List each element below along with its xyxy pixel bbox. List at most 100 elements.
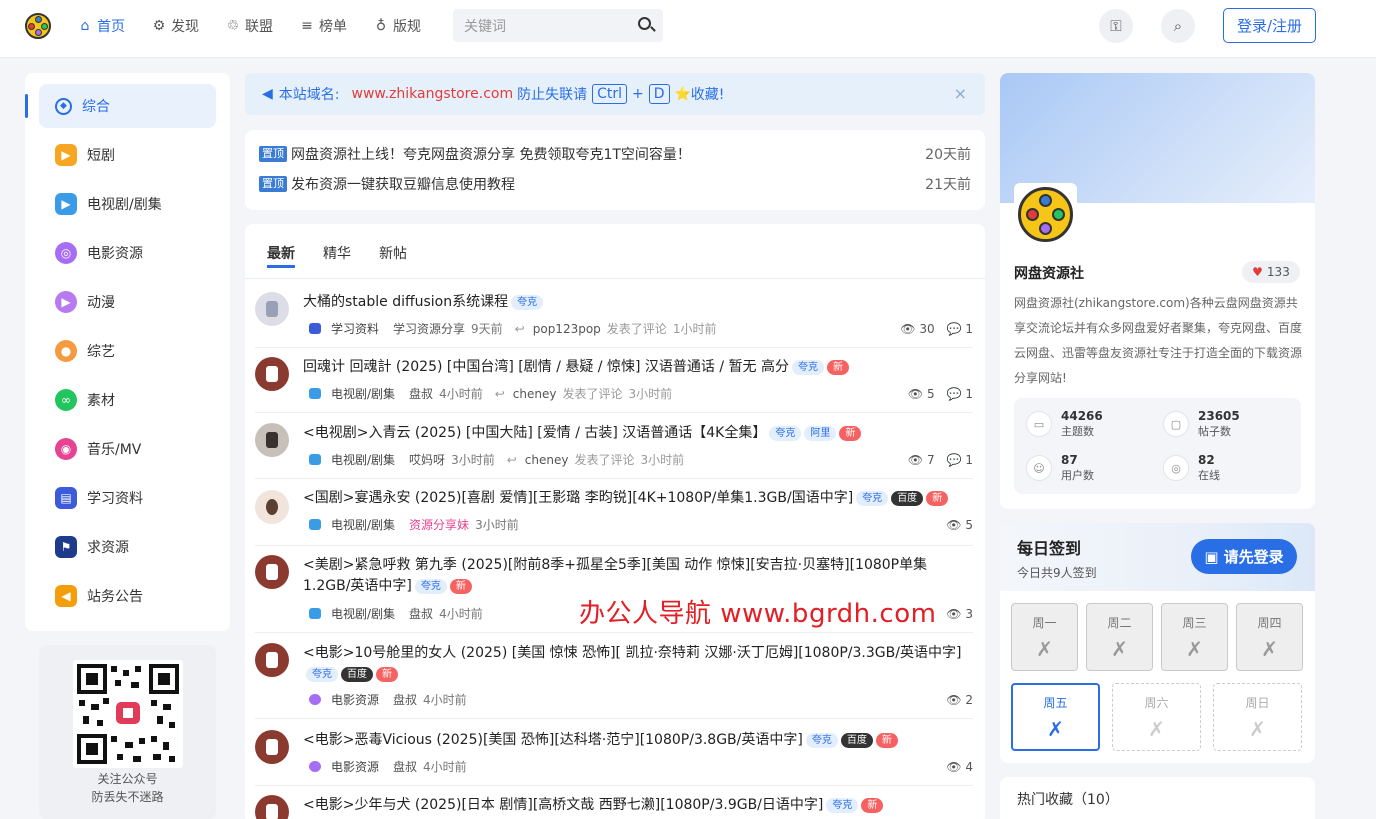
nav-rules[interactable]: ♁ 版规 — [373, 16, 421, 36]
tag-baidu: 百度 — [891, 491, 924, 506]
key-button[interactable]: ⚿ — [1099, 9, 1133, 43]
sidebar-item-music[interactable]: ◉ 音乐/MV — [39, 427, 216, 471]
tag-baidu: 百度 — [341, 667, 373, 682]
megaphone-icon: ◀ — [55, 585, 77, 607]
tag-quark: 夸克 — [805, 733, 838, 748]
post-author[interactable]: 盘叔 — [409, 605, 433, 622]
megaphone-icon: ◀ — [262, 86, 273, 102]
avatar[interactable] — [255, 357, 289, 391]
avatar[interactable] — [255, 490, 289, 524]
avatar[interactable] — [255, 643, 289, 677]
tab-featured[interactable]: 精华 — [323, 243, 351, 268]
post-category[interactable]: 电影资源 — [331, 758, 379, 775]
comments-count: 💬 1 — [946, 452, 973, 467]
post-replier[interactable]: pop123pop — [533, 322, 601, 336]
comments-count: 💬 1 — [946, 386, 973, 401]
list-item[interactable]: <国剧>宴遇永安 (2025)[喜剧 爱情][王影璐 李昀锐][4K+1080P… — [255, 488, 973, 546]
post-title[interactable]: <电视剧>入青云 (2025) [中国大陆] [爱情 / 古装] 汉语普通话【4… — [303, 425, 766, 441]
pinned-title[interactable]: 发布资源一键获取豆瓣信息使用教程 — [291, 174, 515, 194]
domain-notice-bar: ◀ 本站域名: www.zhikangstore.com 防止失联请 Ctrl … — [245, 73, 985, 115]
post-author[interactable]: 盘叔 — [393, 691, 417, 708]
home-icon: ⌂ — [80, 18, 90, 34]
list-item[interactable]: <电视剧>入青云 (2025) [中国大陆] [爱情 / 古装] 汉语普通话【4… — [255, 423, 973, 479]
sidebar-item-general[interactable]: ◆ 综合 — [25, 84, 216, 128]
checkin-login-button[interactable]: ▣ 请先登录 — [1191, 539, 1297, 574]
login-register-button[interactable]: 登录/注册 — [1223, 8, 1316, 43]
main-nav: ⌂ 首页 ⚙ 发现 ♲ 联盟 ≡ 榜单 ♁ 版规 — [77, 0, 421, 52]
nav-ranking[interactable]: ≡ 榜单 — [299, 16, 347, 36]
post-author[interactable]: 盘叔 — [393, 758, 417, 775]
search-icon[interactable] — [638, 17, 651, 30]
post-title[interactable]: 大桶的stable diffusion系统课程 — [303, 294, 508, 310]
pinned-badge: 置顶 — [259, 176, 287, 192]
nav-home[interactable]: ⌂ 首页 — [77, 16, 125, 36]
post-replier[interactable]: cheney — [525, 453, 569, 467]
pinned-title[interactable]: 网盘资源社上线！夸克网盘资源分享 免费领取夸克1T空间容量！ — [291, 144, 691, 164]
list-item[interactable]: <电影>10号舱里的女人 (2025) [美国 惊悚 恐怖][ 凯拉·奈特莉 汉… — [255, 643, 973, 719]
qr-caption-line1: 关注公众号 — [97, 772, 158, 786]
like-button[interactable]: ♥ 133 — [1242, 261, 1300, 283]
list-item[interactable]: <电影>少年与犬 (2025)[日本 剧情][高桥文哉 西野七濑][1080P/… — [255, 795, 973, 819]
post-category[interactable]: 电视剧/剧集 — [331, 385, 395, 402]
nav-alliance[interactable]: ♲ 联盟 — [225, 16, 273, 36]
avatar[interactable] — [255, 555, 289, 589]
hot-favorites-title: 热门收藏（10） — [1017, 792, 1119, 808]
notice-domain-link[interactable]: www.zhikangstore.com — [352, 86, 514, 102]
tag-quark: 夸克 — [791, 360, 824, 375]
post-title[interactable]: <电影>少年与犬 (2025)[日本 剧情][高桥文哉 西野七濑][1080P/… — [303, 797, 823, 813]
checkin-day-fri[interactable]: 周五 ✗ — [1011, 683, 1100, 751]
post-title[interactable]: <美剧>紧急呼救 第九季 (2025)[附前8季+孤星全5季][美国 动作 惊悚… — [303, 557, 927, 594]
sidebar-item-request[interactable]: ⚑ 求资源 — [39, 525, 216, 569]
sidebar-item-material[interactable]: ∞ 素材 — [39, 378, 216, 422]
search-input[interactable]: 关键词 — [453, 9, 663, 42]
tab-latest[interactable]: 最新 — [267, 243, 295, 268]
post-category[interactable]: 电视剧/剧集 — [331, 605, 395, 622]
users-icon: ☺ — [1026, 455, 1052, 481]
post-category[interactable]: 学习资料 — [331, 320, 379, 337]
sidebar-item-movies[interactable]: ◎ 电影资源 — [39, 231, 216, 275]
sidebar-item-short-drama[interactable]: ▶ 短剧 — [39, 133, 216, 177]
post-author[interactable]: 学习资源分享 — [393, 320, 465, 337]
nav-discover[interactable]: ⚙ 发现 — [151, 16, 199, 36]
avatar[interactable] — [255, 795, 289, 819]
avatar[interactable] — [255, 730, 289, 764]
pinned-time: 20天前 — [925, 147, 971, 163]
post-title[interactable]: 回魂计 回魂計 (2025) [中国台湾] [剧情 / 悬疑 / 惊悚] 汉语普… — [303, 359, 789, 375]
sidebar-item-tv-series[interactable]: ▶ 电视剧/剧集 — [39, 182, 216, 226]
music-disc-icon: ◉ — [55, 438, 77, 460]
pinned-row[interactable]: 置顶 网盘资源社上线！夸克网盘资源分享 免费领取夸克1T空间容量！ 20天前 — [259, 144, 971, 164]
film-reel-logo — [1018, 187, 1073, 242]
list-item[interactable]: 回魂计 回魂計 (2025) [中国台湾] [剧情 / 悬疑 / 惊悚] 汉语普… — [255, 357, 973, 413]
tv-icon — [309, 519, 321, 530]
post-title[interactable]: <国剧>宴遇永安 (2025)[喜剧 爱情][王影璐 李昀锐][4K+1080P… — [303, 490, 853, 506]
tag-new: 新 — [839, 426, 862, 441]
play-circle-icon: ▶ — [55, 291, 77, 313]
post-title[interactable]: <电影>10号舱里的女人 (2025) [美国 惊悚 恐怖][ 凯拉·奈特莉 汉… — [303, 645, 961, 661]
avatar[interactable] — [255, 292, 289, 326]
post-author[interactable]: 资源分享妹 — [409, 516, 469, 533]
site-logo[interactable] — [25, 13, 51, 39]
tab-new[interactable]: 新帖 — [379, 243, 407, 268]
tag-new: 新 — [376, 667, 398, 682]
post-category[interactable]: 电视剧/剧集 — [331, 451, 395, 468]
sidebar-item-variety[interactable]: ● 综艺 — [39, 329, 216, 373]
close-icon[interactable]: × — [954, 84, 967, 103]
sidebar-item-announcement[interactable]: ◀ 站务公告 — [39, 574, 216, 618]
tag-quark: 夸克 — [769, 426, 802, 441]
sidebar-item-anime[interactable]: ▶ 动漫 — [39, 280, 216, 324]
post-title[interactable]: <电影>恶毒Vicious (2025)[美国 恐怖][达科塔·范宁][1080… — [303, 732, 803, 748]
post-category[interactable]: 电视剧/剧集 — [331, 516, 395, 533]
post-replier[interactable]: cheney — [513, 387, 557, 401]
avatar[interactable] — [255, 423, 289, 457]
post-author[interactable]: 盘叔 — [409, 385, 433, 402]
list-item[interactable]: 大桶的stable diffusion系统课程 夸克 学习资料 学习资源分享 9天前… — [255, 292, 973, 348]
sidebar-item-study[interactable]: ▤ 学习资料 — [39, 476, 216, 520]
search-button[interactable]: ⌕ — [1161, 9, 1195, 43]
list-item[interactable]: <电影>恶毒Vicious (2025)[美国 恐怖][达科塔·范宁][1080… — [255, 730, 973, 786]
checkin-day-wed: 周三 ✗ — [1161, 603, 1228, 671]
post-category[interactable]: 电影资源 — [331, 691, 379, 708]
post-author[interactable]: 哎妈呀 — [409, 451, 445, 468]
handshake-icon: ♲ — [226, 18, 240, 34]
heart-icon: ♥ — [1252, 265, 1263, 279]
pinned-row[interactable]: 置顶 发布资源一键获取豆瓣信息使用教程 21天前 — [259, 174, 971, 194]
